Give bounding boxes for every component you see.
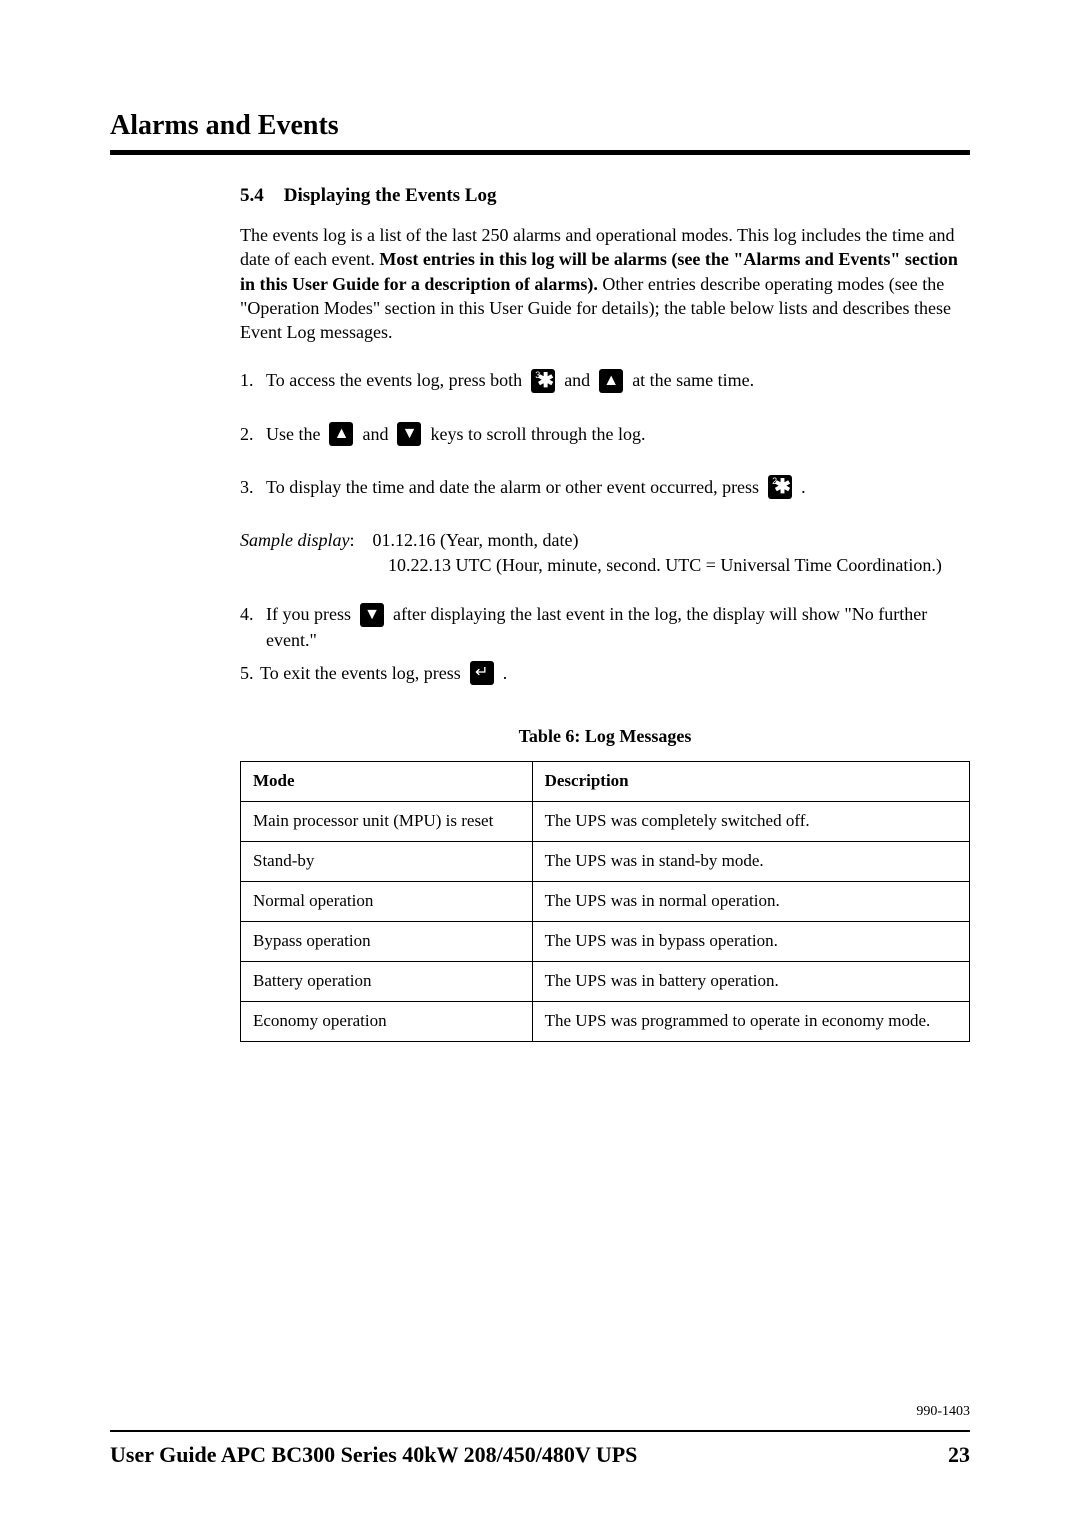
- step-1-num: 1.: [240, 368, 266, 393]
- step-5-text-a: To exit the events log, press: [260, 661, 461, 686]
- table-row: Economy operationThe UPS was programmed …: [241, 1001, 970, 1041]
- page-title: Alarms and Events: [110, 110, 970, 142]
- step-4-num: 4.: [240, 602, 266, 627]
- sample-label: Sample display: [240, 530, 350, 550]
- cell-mode: Economy operation: [241, 1001, 533, 1041]
- table-row: Main processor unit (MPU) is resetThe UP…: [241, 801, 970, 841]
- step-4-text-b: after displaying the last event in the l…: [393, 602, 927, 627]
- footer-rule: [110, 1430, 970, 1432]
- step-2: 2. Use the ▲ and ▼ keys to scroll throug…: [240, 422, 970, 447]
- down-arrow-icon: ▼: [397, 422, 421, 446]
- step-4: 4. If you press ▼ after displaying the l…: [240, 602, 970, 652]
- cell-desc: The UPS was in normal operation.: [532, 881, 969, 921]
- step-2-text-a: Use the: [266, 422, 320, 447]
- section-title: Displaying the Events Log: [284, 185, 497, 207]
- step-4-text-c: event.": [266, 628, 970, 653]
- asterisk-3-icon: 3 ✱: [531, 369, 555, 393]
- doc-id: 990-1403: [110, 1404, 970, 1420]
- cell-mode: Battery operation: [241, 961, 533, 1001]
- section-heading: 5.4 Displaying the Events Log: [240, 185, 970, 207]
- footer-guide-title: User Guide APC BC300 Series 40kW 208/450…: [110, 1442, 637, 1468]
- cell-mode: Bypass operation: [241, 921, 533, 961]
- cell-desc: The UPS was in battery operation.: [532, 961, 969, 1001]
- step-2-num: 2.: [240, 422, 266, 447]
- title-rule: [110, 150, 970, 155]
- cell-desc: The UPS was completely switched off.: [532, 801, 969, 841]
- step-1-text-b: and: [564, 368, 590, 393]
- table-header-row: Mode Description: [241, 761, 970, 801]
- step-1-text-c: at the same time.: [632, 368, 754, 393]
- table-row: Normal operationThe UPS was in normal op…: [241, 881, 970, 921]
- step-1: 1. To access the events log, press both …: [240, 368, 970, 393]
- step-5: 5. To exit the events log, press ↵ .: [240, 661, 970, 686]
- asterisk-2-icon: 2 ✱: [768, 475, 792, 499]
- content-block: 5.4 Displaying the Events Log The events…: [240, 185, 970, 1042]
- footer: User Guide APC BC300 Series 40kW 208/450…: [110, 1442, 970, 1468]
- col-desc: Description: [532, 761, 969, 801]
- step-4-text-a: If you press: [266, 602, 351, 627]
- cell-mode: Main processor unit (MPU) is reset: [241, 801, 533, 841]
- sample-line2: 10.22.13 UTC (Hour, minute, second. UTC …: [388, 553, 970, 578]
- step-2-text-c: keys to scroll through the log.: [430, 422, 645, 447]
- down-arrow-icon: ▼: [360, 603, 384, 627]
- table-caption: Table 6: Log Messages: [240, 726, 970, 747]
- table-row: Bypass operationThe UPS was in bypass op…: [241, 921, 970, 961]
- section-number: 5.4: [240, 185, 264, 207]
- up-arrow-icon: ▲: [599, 369, 623, 393]
- cell-desc: The UPS was programmed to operate in eco…: [532, 1001, 969, 1041]
- cell-mode: Stand-by: [241, 841, 533, 881]
- up-arrow-icon: ▲: [329, 422, 353, 446]
- step-3-num: 3.: [240, 475, 266, 500]
- step-3-text-a: To display the time and date the alarm o…: [266, 475, 759, 500]
- intro-paragraph: The events log is a list of the last 250…: [240, 223, 970, 344]
- cell-desc: The UPS was in bypass operation.: [532, 921, 969, 961]
- page-number: 23: [948, 1442, 970, 1468]
- sample-colon: :: [350, 530, 355, 550]
- step-5-text-b: .: [503, 661, 508, 686]
- step-3-text-b: .: [801, 475, 806, 500]
- enter-icon: ↵: [470, 661, 494, 685]
- table-row: Battery operationThe UPS was in battery …: [241, 961, 970, 1001]
- step-3: 3. To display the time and date the alar…: [240, 475, 970, 500]
- table-row: Stand-byThe UPS was in stand-by mode.: [241, 841, 970, 881]
- col-mode: Mode: [241, 761, 533, 801]
- cell-mode: Normal operation: [241, 881, 533, 921]
- step-2-text-b: and: [362, 422, 388, 447]
- sample-display: Sample display: 01.12.16 (Year, month, d…: [240, 528, 970, 578]
- sample-line1: 01.12.16 (Year, month, date): [373, 530, 579, 550]
- step-1-text-a: To access the events log, press both: [266, 368, 522, 393]
- cell-desc: The UPS was in stand-by mode.: [532, 841, 969, 881]
- log-messages-table: Mode Description Main processor unit (MP…: [240, 761, 970, 1042]
